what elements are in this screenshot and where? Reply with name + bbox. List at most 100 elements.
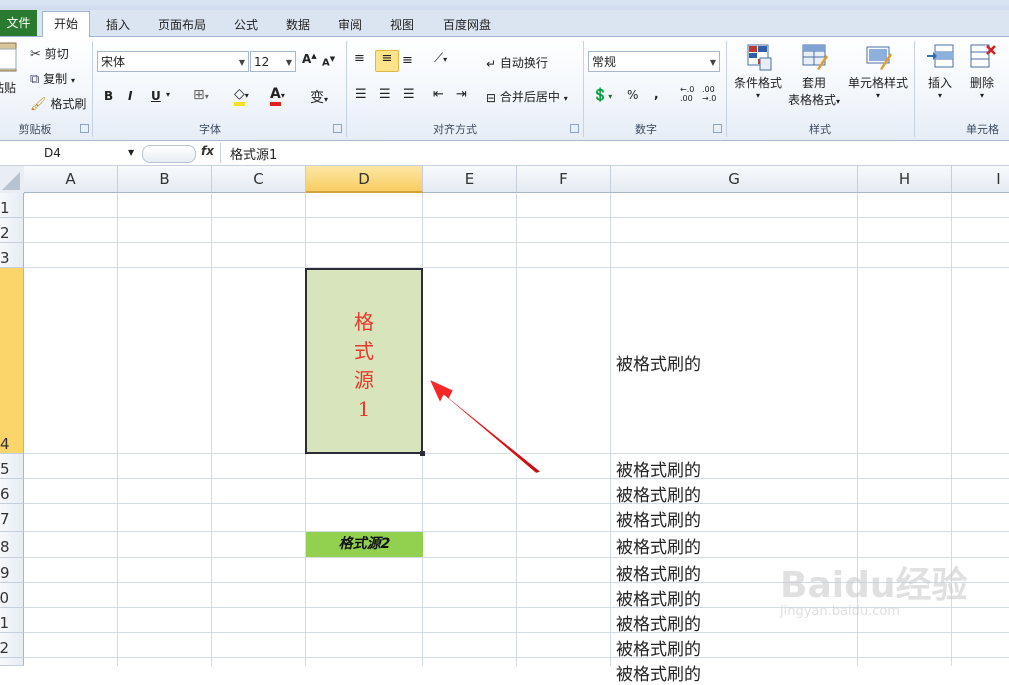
row-header-6[interactable]: 6 [0,479,24,504]
clipboard-icon [0,42,17,72]
column-header-c[interactable]: C [212,166,306,193]
column-header-b[interactable]: B [118,166,212,193]
delete-cells-button[interactable]: 删除 ▾ [964,43,1000,100]
increase-indent-icon[interactable]: ⇥ [456,87,467,102]
tab-baidu-netdisk[interactable]: 百度网盘 [434,14,500,36]
format-as-table-button[interactable]: 套用 表格格式▾ [786,43,842,108]
select-all-corner[interactable] [0,166,25,194]
insert-function-button[interactable]: fx [201,144,214,158]
row-header-11[interactable]: 11 [0,608,24,633]
orientation-icon[interactable]: ⟋▾ [434,51,447,66]
name-box-dropdown-icon[interactable]: ▼ [128,144,134,162]
cell-g10[interactable]: 被格式刷的 [616,585,701,610]
font-launcher[interactable] [333,124,342,133]
tab-file[interactable]: 文件 [0,10,37,36]
row-header-13[interactable] [0,658,24,666]
comma-button[interactable]: , [654,87,659,101]
increase-decimal-button[interactable]: ←.0 .00 [680,85,694,103]
conditional-formatting-button[interactable]: 条件格式 ▾ [732,43,784,100]
font-name-select[interactable]: 宋体 ▼ [97,51,249,72]
decrease-indent-icon[interactable]: ⇤ [433,87,444,102]
gridline [24,217,1009,218]
cell-g11[interactable]: 被格式刷的 [616,610,701,635]
align-center-icon[interactable]: ☰ [379,87,391,102]
column-header-d[interactable]: D [306,166,423,193]
tab-home[interactable]: 开始 [42,11,90,37]
copy-button[interactable]: ⧉ 复制 ▾ [30,70,75,87]
column-header-f[interactable]: F [517,166,611,193]
cell-g4[interactable]: 被格式刷的 [616,350,701,375]
shrink-font-button[interactable]: A▼ [322,55,335,68]
name-box[interactable]: D4 ▼ [0,144,140,162]
decrease-decimal-button[interactable]: .00 →.0 [702,85,716,103]
paste-button[interactable]: 粘贴 [0,41,22,95]
cell-g12[interactable]: 被格式刷的 [616,635,701,660]
phonetic-button[interactable]: 变▾ [310,87,328,107]
column-header-e[interactable]: E [423,166,517,193]
tab-view[interactable]: 视图 [382,14,422,36]
row-header-12[interactable]: 12 [0,633,24,658]
cell-styles-icon [866,46,892,70]
row-header-9[interactable]: 9 [0,558,24,583]
column-header-h[interactable]: H [858,166,952,193]
font-size-select[interactable]: 12 ▼ [250,51,296,72]
row-header-8[interactable]: 8 [0,532,24,558]
grow-font-button[interactable]: A▲ [302,52,317,66]
format-painter-button[interactable]: 🖌 格式刷 [30,95,86,112]
clipboard-launcher[interactable] [80,124,89,133]
row-header-10[interactable]: 10 [0,583,24,608]
insert-cells-button[interactable]: 插入 ▾ [922,43,958,100]
gridline [610,193,611,666]
number-launcher[interactable] [713,124,722,133]
underline-button[interactable]: U [151,89,161,103]
bold-button[interactable]: B [104,89,113,103]
font-name-value: 宋体 [101,55,126,69]
row-header-1[interactable]: 1 [0,193,24,218]
row-header-5[interactable]: 5 [0,454,24,479]
alignment-launcher[interactable] [570,124,579,133]
number-format-select[interactable]: 常规 ▼ [588,51,720,72]
tab-data[interactable]: 数据 [278,14,318,36]
font-color-icon[interactable]: A▾ [270,86,285,106]
align-left-icon[interactable]: ☰ [355,87,367,102]
wrap-text-button[interactable]: ↵ 自动换行 [486,54,548,71]
underline-dropdown[interactable]: ▾ [166,90,170,99]
cell-g5[interactable]: 被格式刷的 [616,456,701,481]
cell-g13[interactable]: 被格式刷的 [616,660,701,685]
formula-bar-splitter[interactable] [142,145,196,163]
tab-page-layout[interactable]: 页面布局 [150,14,214,36]
tab-insert[interactable]: 插入 [98,14,138,36]
cell-g9[interactable]: 被格式刷的 [616,560,701,585]
row-header-7[interactable]: 7 [0,504,24,532]
name-box-value: D4 [44,146,61,160]
align-middle-icon[interactable]: ≡ [375,50,399,72]
tab-formulas[interactable]: 公式 [226,14,266,36]
percent-button[interactable]: % [627,88,638,102]
fill-color-icon[interactable]: ◇▾ [234,86,249,106]
tab-review[interactable]: 审阅 [330,14,370,36]
row-header-4[interactable]: 4 [0,268,24,454]
column-header-g[interactable]: G [611,166,858,193]
align-right-icon[interactable]: ☰ [403,87,415,102]
cut-button[interactable]: ✂ 剪切 [30,45,69,62]
italic-button[interactable]: I [128,89,132,103]
formula-input[interactable]: 格式源1 [230,144,277,163]
cell-d4-char: 源 [354,368,374,392]
row-header-3[interactable]: 3 [0,243,24,268]
accounting-format-icon[interactable]: 💲▾ [592,88,612,103]
cell-d4-format-source[interactable]: 格 式 源 1 [305,268,423,454]
cell-d8-format-source[interactable]: 格式源2 [306,532,423,557]
borders-icon[interactable]: ⊞▾ [193,87,209,103]
column-header-i[interactable]: I [952,166,1009,193]
merge-center-button[interactable]: ⊟ 合并后居中 ▾ [486,88,568,105]
cell-styles-button[interactable]: 单元格样式 ▾ [846,43,910,100]
align-top-icon[interactable]: ≡ [354,51,365,66]
align-bottom-icon[interactable]: ≡ [402,53,413,68]
column-header-a[interactable]: A [24,166,118,193]
cell-g8[interactable]: 被格式刷的 [616,533,701,558]
row-header-2[interactable]: 2 [0,218,24,243]
cell-g7[interactable]: 被格式刷的 [616,506,701,531]
number-group-label: 数字 [635,123,657,136]
annotation-arrow-icon [427,377,543,475]
cell-g6[interactable]: 被格式刷的 [616,481,701,506]
